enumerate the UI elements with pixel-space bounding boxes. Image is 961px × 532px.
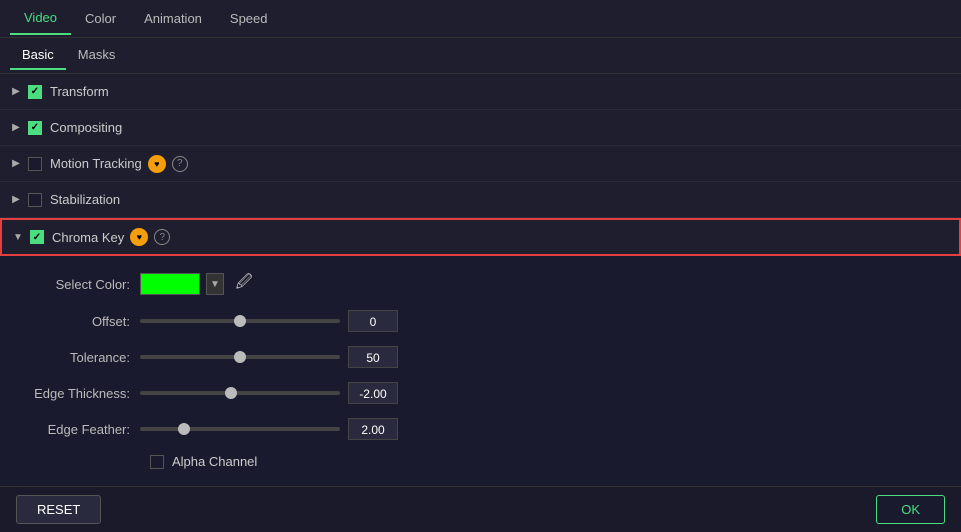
offset-value: 0 [348, 310, 398, 332]
reset-button[interactable]: RESET [16, 495, 101, 524]
eyedropper-button[interactable]: 🖉 [232, 272, 256, 296]
help-icon-chroma-key[interactable]: ? [154, 229, 170, 245]
section-transform[interactable]: Transform [0, 74, 961, 110]
main-content: Transform Compositing Motion Tracking ♥ … [0, 74, 961, 486]
tab-color[interactable]: Color [71, 3, 130, 34]
edge-feather-value: 2.00 [348, 418, 398, 440]
edge-thickness-label: Edge Thickness: [20, 386, 140, 401]
checkbox-motion-tracking[interactable] [28, 157, 42, 171]
offset-row: Offset: 0 [20, 310, 941, 332]
checkbox-transform[interactable] [28, 85, 42, 99]
arrow-motion-tracking [10, 158, 22, 170]
tab-basic[interactable]: Basic [10, 41, 66, 70]
select-color-row: Select Color: ▼ 🖉 [20, 272, 941, 296]
label-transform: Transform [50, 84, 109, 99]
edge-feather-label: Edge Feather: [20, 422, 140, 437]
tab-animation[interactable]: Animation [130, 3, 216, 34]
alpha-channel-checkbox[interactable] [150, 455, 164, 469]
chroma-key-panel: Select Color: ▼ 🖉 Offset: 0 Tolerance: [0, 256, 961, 486]
color-picker-button[interactable] [140, 273, 200, 295]
section-stabilization[interactable]: Stabilization [0, 182, 961, 218]
tolerance-value: 50 [348, 346, 398, 368]
edge-thickness-slider[interactable] [140, 391, 340, 395]
label-stabilization: Stabilization [50, 192, 120, 207]
alpha-channel-row: Alpha Channel [150, 454, 941, 469]
arrow-stabilization [10, 194, 22, 206]
tolerance-slider[interactable] [140, 355, 340, 359]
pro-badge-chroma-key: ♥ [130, 228, 148, 246]
edge-thickness-value: -2.00 [348, 382, 398, 404]
section-chroma-key[interactable]: Chroma Key ♥ ? [0, 218, 961, 256]
edge-feather-slider-wrapper: 2.00 [140, 418, 941, 440]
arrow-compositing [10, 122, 22, 134]
section-compositing[interactable]: Compositing [0, 110, 961, 146]
checkbox-chroma-key[interactable] [30, 230, 44, 244]
section-motion-tracking[interactable]: Motion Tracking ♥ ? [0, 146, 961, 182]
tolerance-row: Tolerance: 50 [20, 346, 941, 368]
tab-speed[interactable]: Speed [216, 3, 282, 34]
help-icon-motion-tracking[interactable]: ? [172, 156, 188, 172]
offset-slider[interactable] [140, 319, 340, 323]
select-color-label: Select Color: [20, 277, 140, 292]
ok-button[interactable]: OK [876, 495, 945, 524]
tolerance-label: Tolerance: [20, 350, 140, 365]
checkbox-stabilization[interactable] [28, 193, 42, 207]
alpha-channel-label: Alpha Channel [172, 454, 257, 469]
pro-badge-motion-tracking: ♥ [148, 155, 166, 173]
tab-video[interactable]: Video [10, 2, 71, 35]
label-motion-tracking: Motion Tracking [50, 156, 142, 171]
offset-label: Offset: [20, 314, 140, 329]
arrow-chroma-key [12, 231, 24, 243]
label-compositing: Compositing [50, 120, 122, 135]
secondary-tab-bar: Basic Masks [0, 38, 961, 74]
tab-masks[interactable]: Masks [66, 41, 128, 70]
arrow-transform [10, 86, 22, 98]
top-tab-bar: Video Color Animation Speed [0, 0, 961, 38]
edge-feather-slider[interactable] [140, 427, 340, 431]
edge-thickness-slider-wrapper: -2.00 [140, 382, 941, 404]
bottom-bar: RESET OK [0, 486, 961, 532]
tolerance-slider-wrapper: 50 [140, 346, 941, 368]
checkbox-compositing[interactable] [28, 121, 42, 135]
color-picker-wrapper: ▼ 🖉 [140, 272, 256, 296]
settings-panel: Transform Compositing Motion Tracking ♥ … [0, 74, 961, 486]
edge-feather-row: Edge Feather: 2.00 [20, 418, 941, 440]
color-dropdown-arrow[interactable]: ▼ [206, 273, 224, 295]
offset-slider-wrapper: 0 [140, 310, 941, 332]
edge-thickness-row: Edge Thickness: -2.00 [20, 382, 941, 404]
label-chroma-key: Chroma Key [52, 230, 124, 245]
